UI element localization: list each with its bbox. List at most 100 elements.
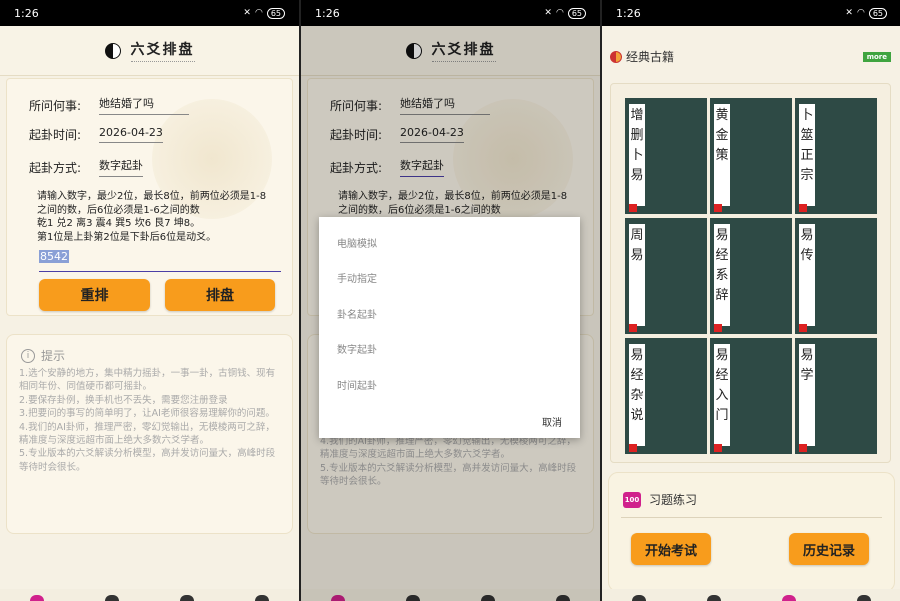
history-button[interactable]: 历史记录 — [789, 533, 869, 565]
book-card[interactable]: 黄金策 — [710, 98, 792, 214]
hint-line: 乾1 兑2 离3 震4 巽5 坎6 艮7 坤8。 — [37, 218, 201, 229]
method-select[interactable]: 数字起卦 — [99, 157, 143, 177]
method-dialog: 电脑模拟 手动指定 卦名起卦 数字起卦 时间起卦 取消 — [319, 217, 580, 438]
dialog-cancel-button[interactable]: 取消 — [542, 414, 562, 429]
book-title: 周易 — [629, 224, 645, 326]
tip-line: 5.专业版本的六爻解读分析模型，高并发访问量大，高峰时段等待时会很长。 — [19, 448, 276, 473]
seal-icon — [799, 444, 807, 452]
book-card[interactable]: 易传 — [795, 218, 877, 334]
tip-line: 1.选个安静的地方，集中精力摇卦，一事一卦，古铜钱、现有相同年份、同值硬币都可摇… — [19, 368, 276, 393]
hint-line: 第1位是上卦第2位是下卦后6位是动爻。 — [37, 231, 217, 243]
screen-method-dialog: 1:26 ✕ ◠ 65 六爻排盘 所问何事: 她结婚了吗 起卦时间: 2026-… — [301, 0, 600, 601]
question-input[interactable]: 她结婚了吗 — [99, 95, 189, 115]
bottom-nav — [602, 589, 900, 601]
nav-profile-icon[interactable] — [254, 595, 269, 601]
book-title: 易传 — [799, 224, 815, 326]
page-title: 六爻排盘 — [130, 39, 195, 62]
number-input-selected-text: 8542 — [39, 250, 69, 263]
book-title: 卜筮正宗 — [799, 104, 815, 206]
status-time: 1:26 — [616, 6, 641, 20]
status-icons: ✕ ◠ 65 — [845, 7, 887, 19]
method-label: 起卦方式: — [29, 160, 82, 175]
seal-icon — [714, 324, 722, 332]
book-card[interactable]: 易经入门 — [710, 338, 792, 454]
screen-classic-books: 1:26 ✕ ◠ 65 经典古籍 more 增删卜易 黄金策 卜筮正宗 周易 易… — [602, 0, 900, 601]
book-title: 增删卜易 — [629, 104, 645, 206]
divination-form-card: 所问何事: 她结婚了吗 起卦时间: 2026-04-23 起卦方式: 数字起卦 … — [6, 78, 293, 316]
seal-icon — [799, 324, 807, 332]
nav-records-icon[interactable] — [105, 595, 120, 601]
wifi-icon: ◠ — [856, 8, 865, 18]
method-option[interactable]: 手动指定 — [337, 270, 377, 285]
date-label: 起卦时间: — [29, 128, 82, 142]
nav-study-icon[interactable] — [179, 595, 194, 601]
seal-icon — [629, 444, 637, 452]
cast-button[interactable]: 排盘 — [165, 279, 275, 311]
date-row: 起卦时间: 2026-04-23 — [29, 126, 163, 143]
tip-line: 3.把要问的事写的简单明了，让AI老师很容易理解你的问题。 — [19, 408, 275, 420]
nav-divination-icon[interactable] — [632, 595, 647, 601]
start-exam-button[interactable]: 开始考试 — [631, 533, 711, 565]
tips-title: 提示 — [41, 349, 66, 363]
tips-card: i 提示 1.选个安静的地方，集中精力摇卦，一事一卦，古铜钱、现有相同年份、同值… — [6, 334, 293, 534]
tip-line: 4.我们的AI卦师，推理严密，零幻觉输出，无模棱两可之辞，精准度与深度远超市面上… — [19, 421, 275, 447]
divider — [621, 517, 882, 518]
nav-profile-icon[interactable] — [856, 595, 871, 601]
wifi-icon: ◠ — [555, 8, 564, 18]
book-card[interactable]: 卜筮正宗 — [795, 98, 877, 214]
reset-button[interactable]: 重排 — [39, 279, 150, 311]
wifi-icon: ◠ — [254, 8, 263, 18]
books-title: 经典古籍 — [626, 50, 675, 64]
seal-icon — [629, 324, 637, 332]
top-bar: 六爻排盘 — [0, 26, 299, 76]
method-row: 起卦方式: 数字起卦 — [29, 157, 143, 177]
books-header: 经典古籍 — [610, 48, 674, 65]
status-bar: 1:26 ✕ ◠ 65 — [0, 0, 299, 26]
seal-icon — [799, 204, 807, 212]
date-input[interactable]: 2026-04-23 — [99, 126, 163, 143]
more-button[interactable]: more — [862, 52, 891, 62]
screen-divination-form: 1:26 ✕ ◠ 65 六爻排盘 所问何事: 她结婚了吗 起卦时间: 2026-… — [0, 0, 299, 601]
status-icons: ✕ ◠ 65 — [544, 7, 586, 19]
hint-line: 请输入数字，最少2位，最长8位，前两位必须是1-8之间的数，后6位必须是1-6之… — [37, 191, 267, 216]
exam-title: 习题练习 — [649, 493, 698, 507]
number-input[interactable]: 8542 — [39, 250, 281, 272]
exam-card: 100 习题练习 开始考试 历史记录 — [608, 472, 895, 592]
question-label: 所问何事: — [29, 98, 82, 113]
exam-header: 100 习题练习 — [623, 491, 697, 508]
battery-icon: 65 — [266, 7, 285, 19]
question-row: 所问何事: 她结婚了吗 — [29, 95, 189, 115]
nav-records-icon[interactable] — [707, 595, 722, 601]
method-option[interactable]: 时间起卦 — [337, 377, 377, 392]
bottom-nav — [0, 589, 299, 601]
score-100-icon: 100 — [623, 491, 641, 508]
book-section-icon — [610, 50, 622, 63]
book-card[interactable]: 周易 — [625, 218, 707, 334]
book-title: 易经系辞 — [714, 224, 730, 326]
method-option[interactable]: 电脑模拟 — [337, 235, 377, 250]
status-bar: 1:26 ✕ ◠ 65 — [301, 0, 600, 26]
tip-line: 2.要保存卦例，换手机也不丢失，需要您注册登录 — [19, 394, 228, 406]
nav-divination-icon[interactable] — [30, 595, 45, 601]
method-option[interactable]: 卦名起卦 — [337, 306, 377, 321]
book-card[interactable]: 易学 — [795, 338, 877, 454]
tips-body: 1.选个安静的地方，集中精力摇卦，一事一卦，古铜钱、现有相同年份、同值硬币都可摇… — [19, 367, 282, 474]
seal-icon — [714, 444, 722, 452]
info-icon: i — [21, 348, 35, 363]
status-time: 1:26 — [14, 6, 39, 20]
battery-icon: 65 — [567, 7, 586, 19]
status-icons: ✕ ◠ 65 — [243, 7, 285, 19]
tips-header: i 提示 — [21, 347, 65, 364]
method-option[interactable]: 数字起卦 — [337, 341, 377, 356]
book-shelf: 增删卜易 黄金策 卜筮正宗 周易 易经系辞 易传 易经杂说 易经入门 易学 — [610, 83, 891, 463]
book-card[interactable]: 易经系辞 — [710, 218, 792, 334]
number-hint: 请输入数字，最少2位，最长8位，前两位必须是1-8之间的数，后6位必须是1-6之… — [37, 190, 276, 244]
book-title: 易经入门 — [714, 344, 730, 446]
battery-icon: 65 — [868, 7, 887, 19]
book-card[interactable]: 易经杂说 — [625, 338, 707, 454]
yin-yang-icon — [104, 42, 121, 59]
mute-icon: ✕ — [845, 8, 853, 18]
book-card[interactable]: 增删卜易 — [625, 98, 707, 214]
mute-icon: ✕ — [544, 8, 552, 18]
nav-study-icon[interactable] — [781, 595, 796, 601]
